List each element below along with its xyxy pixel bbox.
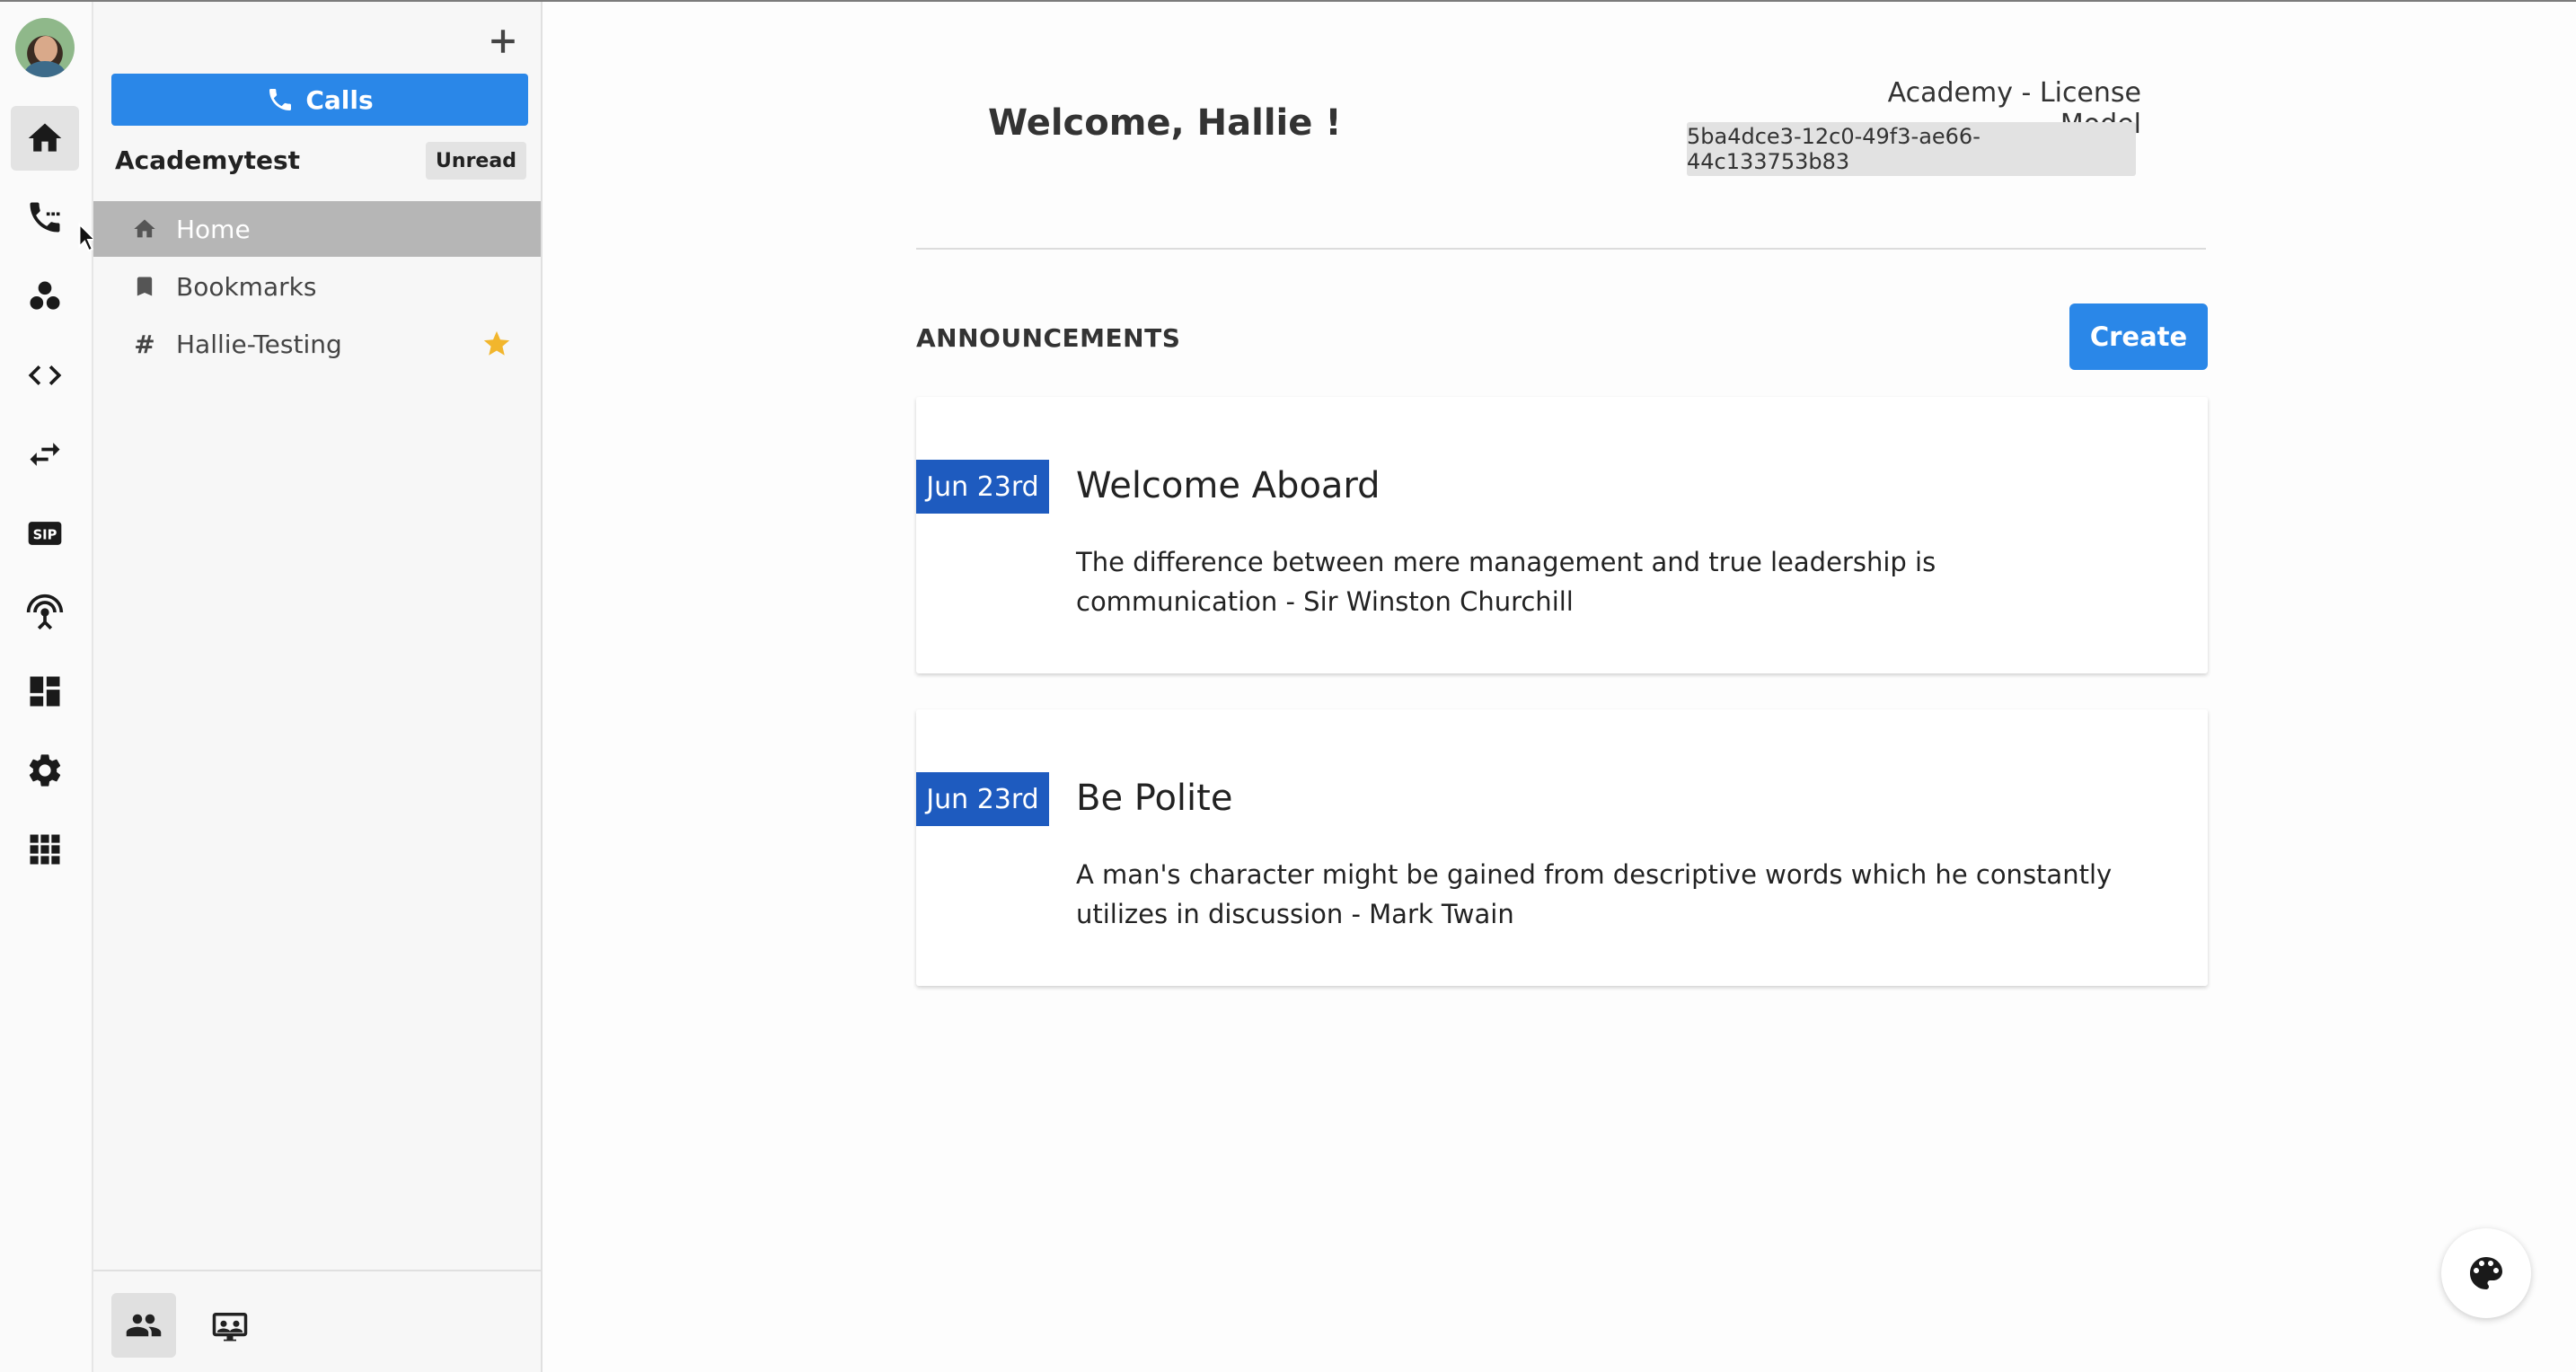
announcement-body: A man's character might be gained from d…	[1076, 859, 2113, 929]
meetings-view-button[interactable]	[198, 1293, 262, 1358]
sidebar-item-home[interactable]: Home	[93, 201, 541, 257]
announcement-body: The difference between mere management a…	[1076, 547, 1936, 617]
channel-sidebar: Calls Academytest Unread Home Bookmarks …	[93, 2, 543, 1372]
rail-apps-button[interactable]	[11, 817, 79, 882]
home-icon	[129, 214, 160, 244]
rail-dashboard-button[interactable]	[11, 659, 79, 724]
palette-icon	[2470, 1257, 2502, 1289]
plus-icon	[491, 30, 515, 53]
create-announcement-button[interactable]: Create	[2069, 303, 2208, 370]
calls-button[interactable]: Calls	[111, 74, 528, 126]
header-divider	[916, 248, 2206, 250]
presentation-icon	[212, 1313, 248, 1341]
main-content: Welcome, Hallie ! Academy - License Mode…	[544, 2, 2576, 1372]
rail-calls-button[interactable]	[11, 185, 79, 250]
app-rail: SIP	[0, 2, 93, 1372]
announcement-card: Jun 23rd Be Polite A man's character mig…	[916, 709, 2208, 986]
sidebar-item-label: Bookmarks	[176, 271, 317, 302]
rail-home-button[interactable]	[11, 106, 79, 171]
home-icon	[28, 123, 62, 152]
add-channel-button[interactable]	[483, 22, 523, 61]
code-icon	[28, 365, 62, 385]
theme-palette-button[interactable]	[2441, 1228, 2531, 1318]
unread-filter-button[interactable]: Unread	[426, 142, 526, 180]
user-avatar[interactable]	[15, 18, 75, 77]
sidebar-item-label: Hallie-Testing	[176, 329, 342, 359]
people-icon	[126, 1314, 162, 1337]
announcement-title: Welcome Aboard	[1076, 465, 1381, 506]
license-id-badge: 5ba4dce3-12c0-49f3-ae66-44c133753b83	[1687, 122, 2136, 176]
rail-settings-button[interactable]	[11, 738, 79, 803]
date-badge: Jun 23rd	[916, 772, 1049, 826]
calls-label: Calls	[305, 84, 374, 115]
sidebar-item-bookmarks[interactable]: Bookmarks	[93, 259, 541, 314]
apps-grid-icon	[30, 834, 60, 865]
rail-groups-button[interactable]	[11, 264, 79, 329]
announcement-card: Jun 23rd Welcome Aboard The difference b…	[916, 397, 2208, 673]
hash-icon: #	[134, 329, 155, 359]
sidebar-footer	[93, 1270, 541, 1372]
date-badge: Jun 23rd	[916, 460, 1049, 514]
announcement-title: Be Polite	[1076, 778, 1233, 819]
sidebar-item-hallie-testing[interactable]: # Hallie-Testing	[93, 316, 541, 372]
sip-icon: SIP	[28, 522, 62, 545]
page-title: Welcome, Hallie !	[988, 102, 1342, 144]
rail-transfer-button[interactable]	[11, 422, 79, 487]
broadcast-icon	[26, 594, 64, 630]
rail-code-button[interactable]	[11, 343, 79, 408]
dashboard-icon	[30, 676, 60, 707]
rail-sip-button[interactable]: SIP	[11, 501, 79, 566]
groups-icon	[30, 281, 60, 310]
contacts-view-button[interactable]	[111, 1293, 176, 1358]
svg-text:SIP: SIP	[33, 527, 57, 542]
rail-broadcast-button[interactable]	[11, 580, 79, 645]
team-name: Academytest	[115, 145, 301, 175]
phone-icon	[269, 89, 292, 110]
bookmark-icon	[129, 271, 160, 302]
sidebar-item-label: Home	[176, 214, 251, 244]
phone-icon	[30, 202, 60, 233]
announcements-heading: ANNOUNCEMENTS	[916, 323, 1181, 353]
settings-icon	[29, 754, 61, 787]
star-icon[interactable]	[481, 329, 512, 359]
swap-icon	[30, 443, 60, 466]
